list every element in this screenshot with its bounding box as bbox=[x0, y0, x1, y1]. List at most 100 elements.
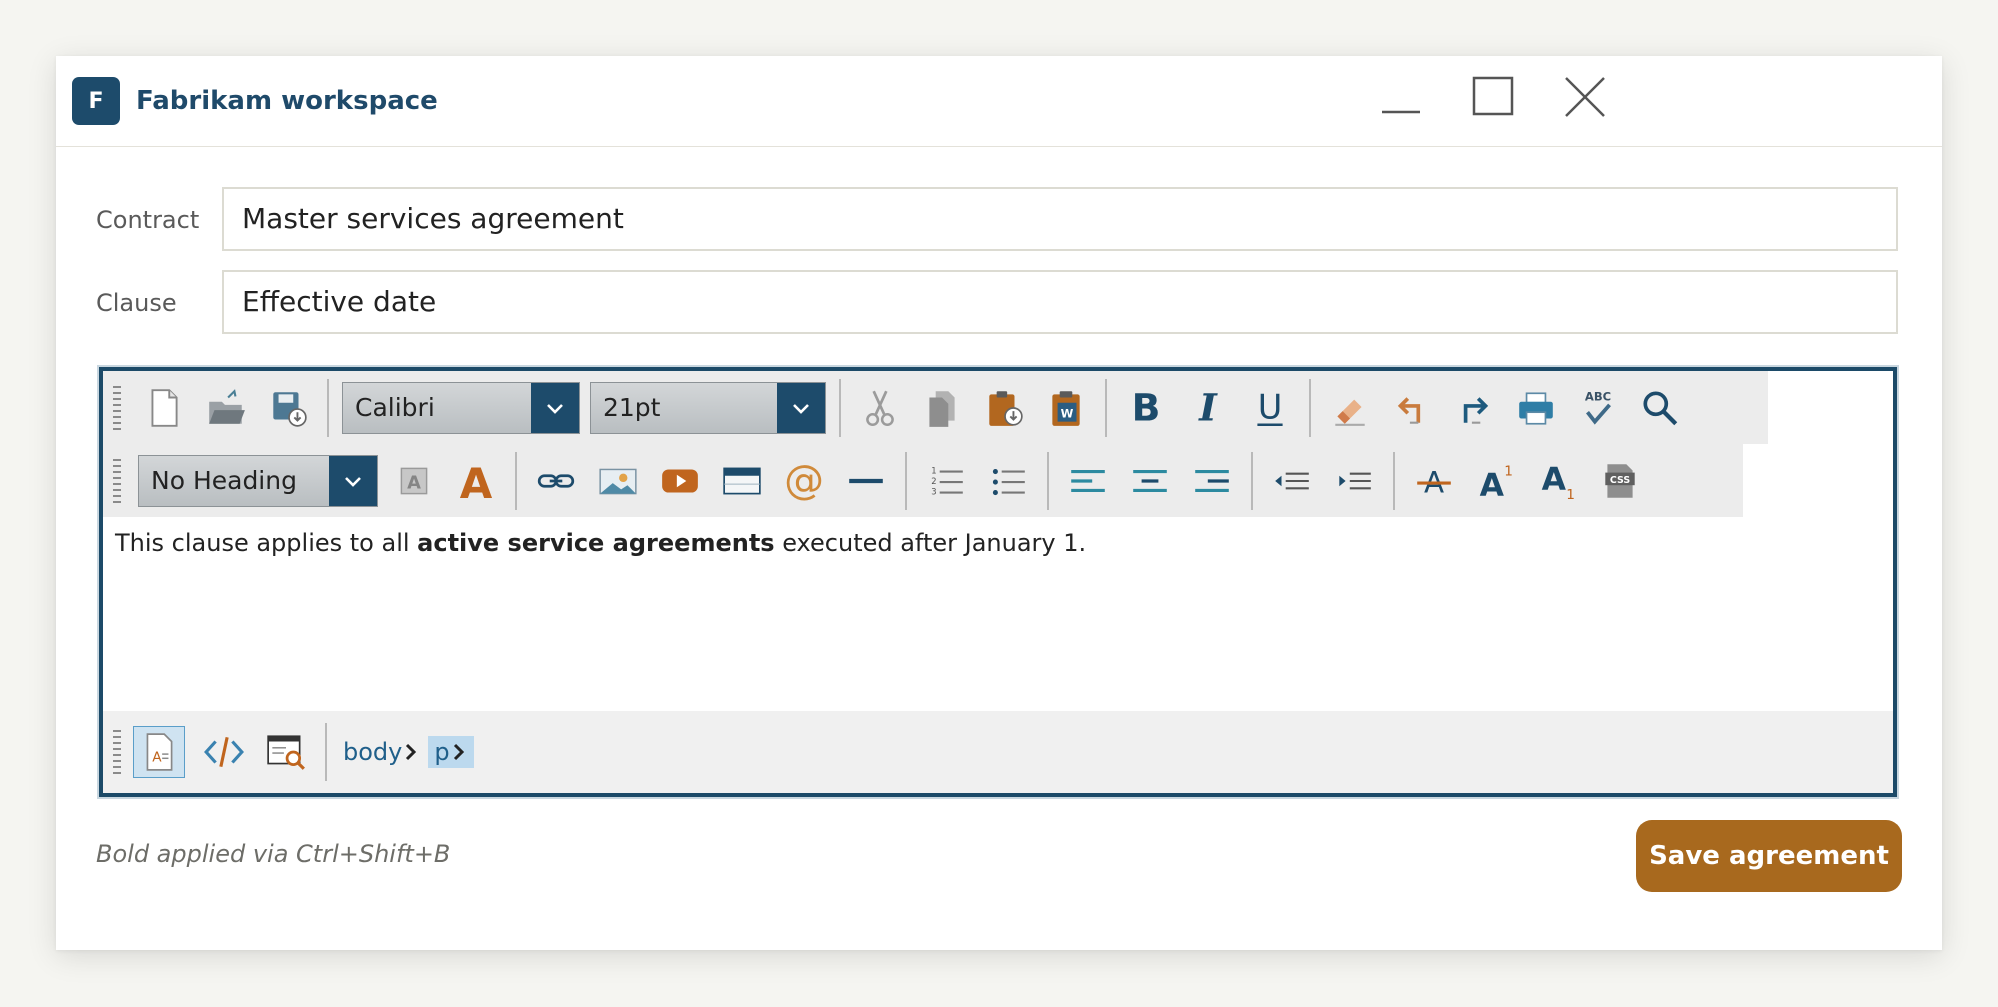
printer-icon bbox=[1519, 391, 1553, 425]
spellcheck-button[interactable]: ABC bbox=[1567, 377, 1629, 439]
subscript-button[interactable]: A1 bbox=[1527, 450, 1589, 512]
html-mode-button[interactable] bbox=[193, 721, 255, 783]
chevron-down-icon bbox=[777, 382, 825, 433]
ordered-list-button[interactable]: 123 bbox=[915, 450, 977, 512]
svg-text:1: 1 bbox=[1504, 463, 1513, 479]
toolbar-grip[interactable] bbox=[111, 458, 123, 503]
bullet-list-icon bbox=[992, 468, 1025, 495]
minimize-button[interactable] bbox=[1372, 70, 1432, 130]
maximize-button[interactable] bbox=[1464, 70, 1524, 130]
table-icon bbox=[723, 467, 761, 494]
contract-input[interactable]: Master services agreement bbox=[222, 187, 1898, 251]
svg-text:I: I bbox=[1198, 387, 1218, 429]
chevron-down-icon bbox=[531, 382, 579, 433]
toolbar-separator bbox=[327, 378, 329, 437]
superscript-button[interactable]: A1 bbox=[1465, 450, 1527, 512]
open-folder-icon bbox=[209, 388, 245, 424]
window-title: Fabrikam workspace bbox=[136, 86, 438, 116]
design-mode-button[interactable]: A bbox=[133, 726, 185, 778]
svg-text:A: A bbox=[407, 472, 421, 493]
align-center-icon bbox=[1133, 469, 1167, 492]
text-color-button[interactable]: A bbox=[445, 450, 507, 512]
align-left-button[interactable] bbox=[1057, 450, 1119, 512]
redo-button[interactable] bbox=[1443, 377, 1505, 439]
search-icon bbox=[1643, 390, 1678, 425]
svg-text:CSS: CSS bbox=[1610, 475, 1630, 486]
save-disk-icon bbox=[273, 391, 307, 427]
preview-mode-button[interactable] bbox=[255, 721, 317, 783]
paste-word-icon: W bbox=[1052, 390, 1080, 426]
background-color-icon: A bbox=[400, 467, 428, 494]
font-family-select[interactable]: Calibri bbox=[342, 381, 580, 434]
unordered-list-button[interactable] bbox=[977, 450, 1039, 512]
breadcrumb-body[interactable]: body bbox=[343, 738, 420, 766]
align-center-button[interactable] bbox=[1119, 450, 1181, 512]
align-right-button[interactable] bbox=[1181, 450, 1243, 512]
toolbar-grip[interactable] bbox=[111, 385, 123, 430]
svg-text:A: A bbox=[152, 749, 162, 765]
editor-statusbar: A body p bbox=[103, 711, 1893, 793]
rich-text-editor: Calibri 21pt W B I U ABC No Heading A A … bbox=[97, 365, 1899, 799]
toolbar-separator bbox=[1047, 451, 1049, 510]
background-color-button[interactable]: A bbox=[383, 450, 445, 512]
italic-button[interactable]: I bbox=[1177, 377, 1239, 439]
cut-button[interactable] bbox=[849, 377, 911, 439]
svg-text:W: W bbox=[1061, 406, 1074, 420]
paste-from-word-button[interactable]: W bbox=[1035, 377, 1097, 439]
svg-text:2: 2 bbox=[931, 476, 936, 486]
css-style-button[interactable]: CSS bbox=[1589, 450, 1651, 512]
indent-icon bbox=[1339, 472, 1371, 489]
insert-video-button[interactable] bbox=[649, 450, 711, 512]
statusbar-separator bbox=[325, 723, 327, 781]
underline-button[interactable]: U bbox=[1239, 377, 1301, 439]
spellcheck-icon: ABC bbox=[1585, 389, 1611, 425]
toolbar-separator bbox=[1251, 451, 1253, 510]
align-left-icon bbox=[1071, 469, 1105, 492]
paste-icon bbox=[989, 390, 1023, 426]
copy-button[interactable] bbox=[911, 377, 973, 439]
find-button[interactable] bbox=[1629, 377, 1691, 439]
close-button[interactable] bbox=[1556, 70, 1616, 130]
toolbar-separator bbox=[839, 378, 841, 437]
toolbar-separator bbox=[515, 451, 517, 510]
svg-text:A: A bbox=[1542, 461, 1567, 497]
open-button[interactable] bbox=[195, 377, 257, 439]
shortcut-hint: Bold applied via Ctrl+Shift+B bbox=[96, 840, 451, 868]
font-size-select[interactable]: 21pt bbox=[590, 381, 826, 434]
text-color-icon: A bbox=[460, 460, 493, 502]
undo-button[interactable] bbox=[1381, 377, 1443, 439]
bold-button[interactable]: B bbox=[1115, 377, 1177, 439]
print-button[interactable] bbox=[1505, 377, 1567, 439]
indent-button[interactable] bbox=[1323, 450, 1385, 512]
heading-select[interactable]: No Heading bbox=[138, 454, 378, 507]
ordered-list-icon: 123 bbox=[931, 465, 963, 496]
horizontal-rule-button[interactable] bbox=[835, 450, 897, 512]
toolbar-separator bbox=[1105, 378, 1107, 437]
clear-formatting-button[interactable] bbox=[1319, 377, 1381, 439]
insert-table-button[interactable] bbox=[711, 450, 773, 512]
close-icon bbox=[1565, 77, 1605, 117]
breadcrumb-p[interactable]: p bbox=[428, 736, 474, 768]
subscript-icon: A1 bbox=[1542, 461, 1575, 502]
eraser-icon bbox=[1335, 399, 1365, 426]
save-agreement-button[interactable]: Save agreement bbox=[1636, 820, 1902, 892]
minimize-icon bbox=[1382, 110, 1420, 114]
redo-icon bbox=[1463, 396, 1489, 424]
svg-text:1: 1 bbox=[1566, 486, 1575, 501]
strikethrough-button[interactable]: A bbox=[1403, 450, 1465, 512]
undo-icon bbox=[1397, 396, 1421, 424]
toolbar-row-1: Calibri 21pt W B I U ABC bbox=[103, 371, 1768, 444]
statusbar-grip[interactable] bbox=[111, 730, 123, 774]
align-right-icon bbox=[1195, 469, 1229, 492]
save-button[interactable] bbox=[257, 377, 319, 439]
outdent-button[interactable] bbox=[1261, 450, 1323, 512]
clause-input[interactable]: Effective date bbox=[222, 270, 1898, 334]
new-document-button[interactable] bbox=[133, 377, 195, 439]
content-text: executed after January 1. bbox=[774, 529, 1087, 557]
chevron-right-icon bbox=[453, 743, 464, 761]
insert-email-button[interactable]: @ bbox=[773, 450, 835, 512]
insert-image-button[interactable] bbox=[587, 450, 649, 512]
editor-content[interactable]: This clause applies to all active servic… bbox=[115, 529, 1086, 557]
insert-link-button[interactable] bbox=[525, 450, 587, 512]
paste-button[interactable] bbox=[973, 377, 1035, 439]
